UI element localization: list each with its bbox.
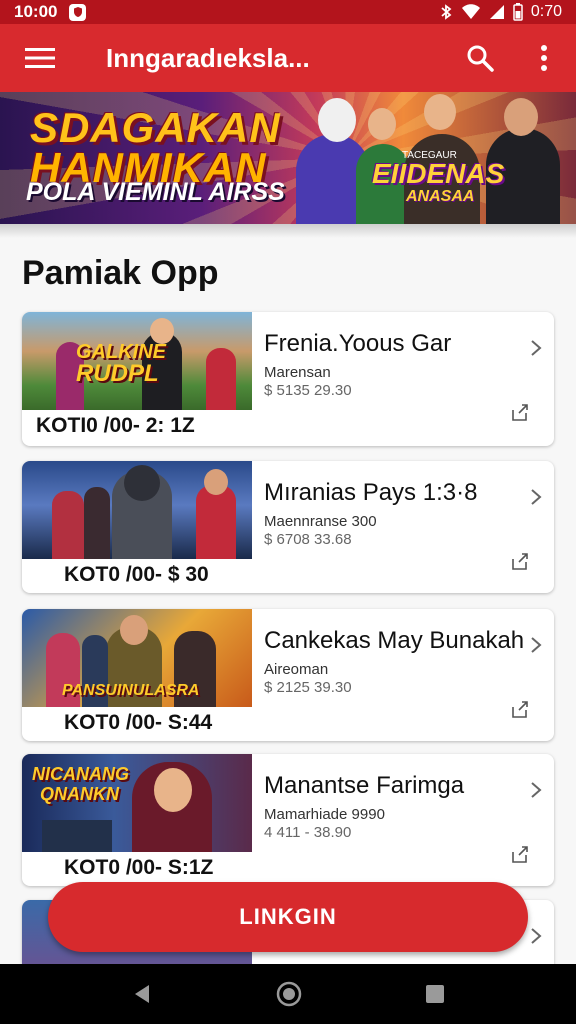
banner-figure-head bbox=[368, 108, 396, 140]
content-area[interactable]: Pamiak Opp GALKINE RUDPL KOTI0 /00- 2: 1… bbox=[0, 224, 576, 980]
share-icon[interactable] bbox=[510, 402, 530, 422]
login-button[interactable]: LINKGIN bbox=[48, 882, 528, 952]
bluetooth-icon bbox=[441, 4, 452, 20]
more-vert-icon bbox=[541, 45, 547, 71]
battery-text: 0:70 bbox=[530, 3, 562, 20]
game-thumbnail bbox=[22, 461, 252, 559]
menu-button[interactable] bbox=[0, 24, 80, 92]
chevron-right-icon[interactable] bbox=[528, 487, 544, 507]
hamburger-icon bbox=[25, 48, 55, 68]
game-price: $ 6708 33.68 bbox=[264, 531, 352, 548]
thumbnail-label-2: QNANKN bbox=[40, 784, 119, 804]
banner-subline: POLA VIEMINL AIRSS bbox=[26, 178, 285, 206]
thumbnail-label-1: PANSUINULASRA bbox=[62, 682, 200, 699]
banner-brand: EIIDENAS bbox=[372, 158, 505, 189]
game-card[interactable]: PANSUINULASRA KOT0 /00- S:44 Cankekas Ma… bbox=[22, 609, 554, 741]
game-publisher: Marensan bbox=[264, 364, 331, 381]
thumbnail-label-1: GALKINE bbox=[76, 341, 166, 363]
game-title: Cankekas May Bunakah bbox=[264, 627, 525, 654]
game-card[interactable]: KOT0 /00- $ 30 Mıranias Pays 1:3·8 Maenn… bbox=[22, 461, 554, 593]
game-title: Manantse Farimga bbox=[264, 772, 465, 799]
signal-icon bbox=[489, 5, 504, 19]
promo-banner[interactable]: SDAGAKAN HANMIKAN POLA VIEMINL AIRSS TAC… bbox=[0, 92, 576, 224]
game-price: 4 411 - 38.90 bbox=[264, 824, 352, 841]
game-card[interactable]: GALKINE RUDPL KOTI0 /00- 2: 1Z Frenia.Yo… bbox=[22, 312, 554, 446]
game-price: $ 5135 29.30 bbox=[264, 382, 352, 399]
game-thumbnail: NICANANG QNANKN bbox=[22, 754, 252, 852]
content-shadow bbox=[0, 224, 576, 238]
back-icon[interactable] bbox=[131, 983, 153, 1005]
game-card[interactable]: NICANANG QNANKN KOT0 /00- S:1Z Manantse … bbox=[22, 754, 554, 886]
recents-icon[interactable] bbox=[425, 984, 445, 1004]
overflow-menu-button[interactable] bbox=[512, 24, 576, 92]
thumbnail-label-1: NICANANG bbox=[32, 764, 129, 784]
wifi-icon bbox=[461, 4, 480, 19]
app-bar: Inngaradıeksla... bbox=[0, 24, 576, 92]
banner-brand-sub: ANASAA bbox=[406, 188, 475, 205]
search-icon bbox=[467, 45, 494, 72]
game-title: Mıranias Pays 1:3·8 bbox=[264, 479, 478, 506]
game-publisher: Aireoman bbox=[264, 661, 329, 678]
status-time: 10:00 bbox=[14, 2, 58, 21]
game-code: KOT0 /00- S:44 bbox=[64, 711, 213, 734]
battery-icon bbox=[513, 3, 523, 21]
game-code: KOT0 /00- S:1Z bbox=[64, 856, 214, 879]
thumbnail-label-2: RUDPL bbox=[76, 360, 159, 387]
chevron-right-icon[interactable] bbox=[528, 338, 544, 358]
app-title: Inngaradıeksla... bbox=[106, 42, 310, 73]
banner-figure-head bbox=[318, 98, 356, 142]
banner-figure-head bbox=[504, 98, 538, 136]
status-bar: 10:00 0:70 bbox=[0, 0, 576, 24]
banner-figure-head bbox=[424, 94, 456, 130]
chevron-right-icon[interactable] bbox=[528, 926, 544, 946]
share-icon[interactable] bbox=[510, 551, 530, 571]
share-icon[interactable] bbox=[510, 699, 530, 719]
game-publisher: Maennranse 300 bbox=[264, 513, 377, 530]
home-icon[interactable] bbox=[276, 981, 302, 1007]
game-title: Frenia.Yoous Gar bbox=[264, 330, 452, 357]
chevron-right-icon[interactable] bbox=[528, 635, 544, 655]
game-code: KOT0 /00- $ 30 bbox=[64, 563, 209, 586]
game-code: KOTI0 /00- 2: 1Z bbox=[36, 414, 195, 437]
search-button[interactable] bbox=[448, 24, 512, 92]
system-nav-bar bbox=[0, 964, 576, 1024]
share-icon[interactable] bbox=[510, 844, 530, 864]
game-publisher: Mamarhiade 9990 bbox=[264, 806, 385, 823]
game-price: $ 2125 39.30 bbox=[264, 679, 352, 696]
game-thumbnail: PANSUINULASRA bbox=[22, 609, 252, 707]
section-title: Pamiak Opp bbox=[22, 254, 219, 292]
chevron-right-icon[interactable] bbox=[528, 780, 544, 800]
game-thumbnail: GALKINE RUDPL bbox=[22, 312, 252, 410]
shield-notification-icon bbox=[69, 3, 87, 21]
